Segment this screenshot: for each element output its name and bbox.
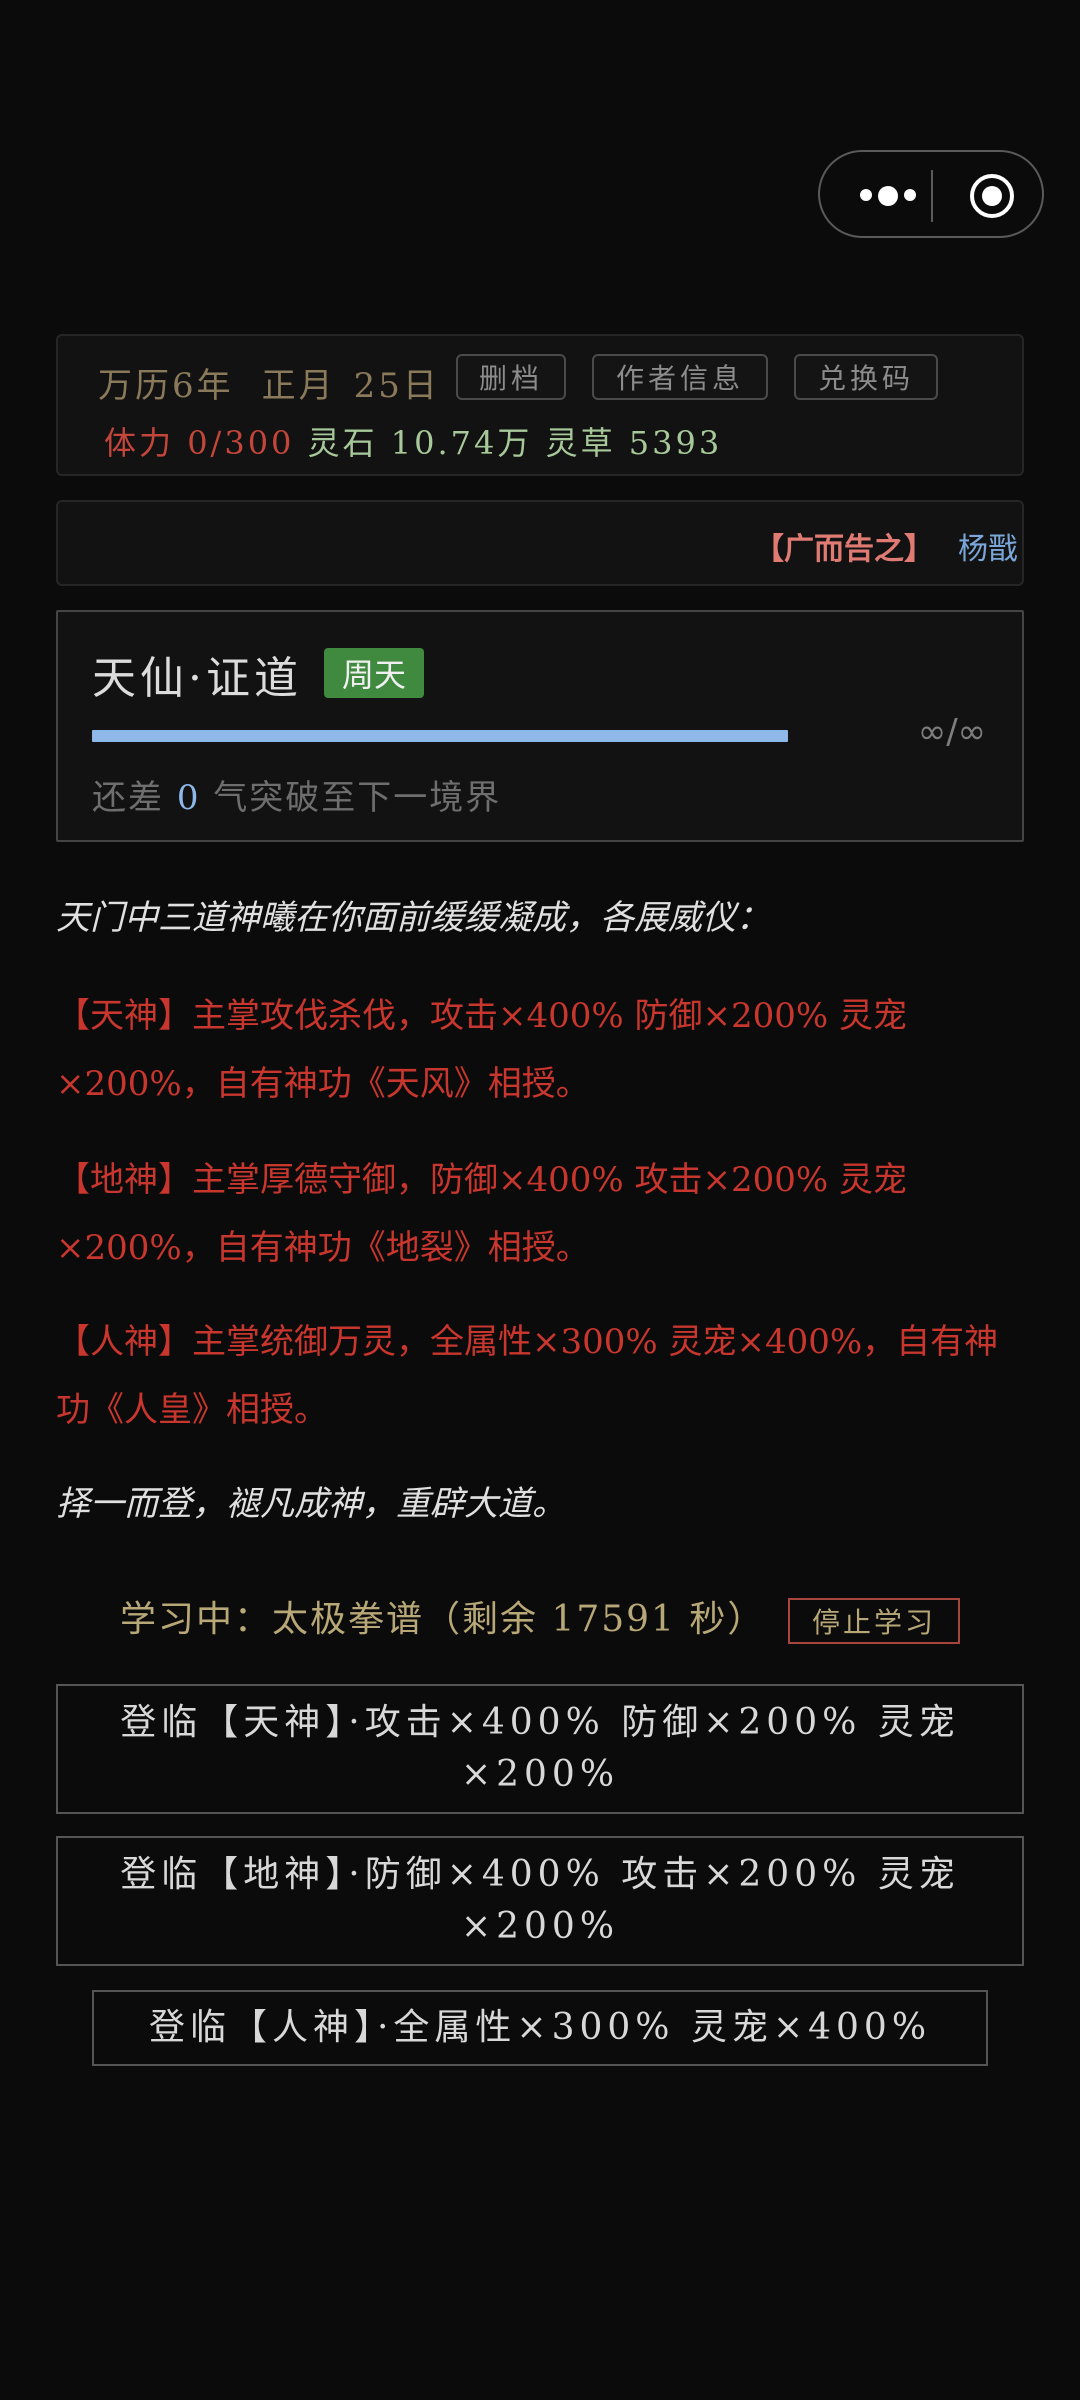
herb-value: 5393 bbox=[628, 424, 723, 462]
resources: 体力 0/300 灵石 10.74万 灵草 5393 bbox=[104, 418, 722, 464]
date-month: 正月 bbox=[261, 366, 336, 406]
herb-label: 灵草 bbox=[545, 424, 616, 462]
ascend-earth-god-button[interactable]: 登临【地神】·防御×400% 攻击×200% 灵宠×200% bbox=[56, 1836, 1024, 1966]
date-day: 25日 bbox=[353, 366, 440, 406]
author-info-button[interactable]: 作者信息 bbox=[592, 354, 768, 400]
study-status: 学习中：太极拳谱（剩余 17591 秒） bbox=[120, 1599, 766, 1640]
ascend-human-god-button[interactable]: 登临【人神】·全属性×300% 灵宠×400% bbox=[92, 1990, 988, 2066]
realm-title: 天仙·证道 bbox=[92, 653, 302, 704]
delete-save-button[interactable]: 删档 bbox=[456, 354, 566, 400]
stamina-value: 0/300 bbox=[187, 424, 295, 462]
redeem-code-button[interactable]: 兑换码 bbox=[794, 354, 938, 400]
choice-label: 登临【地神】·防御×400% 攻击×200% 灵宠×200% bbox=[120, 1854, 960, 1947]
story-intro: 天门中三道神曦在你面前缓缓凝成，各展威仪： bbox=[56, 898, 770, 938]
hint-prefix: 还差 bbox=[92, 778, 177, 818]
date-era: 万历6年 bbox=[98, 366, 234, 406]
ad-name-link[interactable]: 杨戬 bbox=[958, 524, 1018, 568]
close-target-icon[interactable] bbox=[968, 172, 1016, 220]
realm-panel: 天仙·证道 周天 ∞/∞ 还差 0 气突破至下一境界 bbox=[56, 610, 1024, 842]
stop-study-button[interactable]: 停止学习 bbox=[788, 1598, 960, 1644]
cultivation-progress-bar bbox=[92, 730, 788, 742]
breakthrough-hint: 还差 0 气突破至下一境界 bbox=[92, 770, 501, 819]
choice-label: 登临【人神】·全属性×300% 灵宠×400% bbox=[148, 2007, 932, 2048]
god-human-desc: 【人神】主掌统御万灵，全属性×300% 灵宠×400%，自有神功《人皇》相授。 bbox=[56, 1322, 999, 1430]
capsule-menu bbox=[818, 150, 1044, 238]
stone-label: 灵石 bbox=[307, 424, 378, 462]
game-date: 万历6年 正月 25日 bbox=[98, 358, 440, 407]
hint-value: 0 bbox=[176, 778, 201, 818]
god-heaven-desc: 【天神】主掌攻伐杀伐，攻击×400% 防御×200% 灵宠×200%，自有神功《… bbox=[56, 996, 907, 1104]
stamina-label: 体力 bbox=[104, 424, 175, 462]
ad-banner: 【广而告之】 杨戬 bbox=[56, 500, 1024, 586]
god-earth-desc: 【地神】主掌厚德守御，防御×400% 攻击×200% 灵宠×200%，自有神功《… bbox=[56, 1160, 907, 1268]
capsule-divider bbox=[931, 170, 933, 222]
status-panel: 万历6年 正月 25日 删档 作者信息 兑换码 体力 0/300 灵石 10.74万… bbox=[56, 334, 1024, 476]
progress-text: ∞/∞ bbox=[917, 712, 986, 752]
story-outro: 择一而登，褪凡成神，重辟大道。 bbox=[56, 1484, 566, 1524]
ascend-heaven-god-button[interactable]: 登临【天神】·攻击×400% 防御×200% 灵宠×200% bbox=[56, 1684, 1024, 1814]
more-icon[interactable] bbox=[858, 180, 918, 210]
hint-suffix: 气突破至下一境界 bbox=[200, 778, 502, 818]
stone-value: 10.74万 bbox=[390, 424, 533, 462]
realm-badge: 周天 bbox=[324, 648, 424, 698]
ad-tag: 【广而告之】 bbox=[754, 532, 934, 567]
choice-label: 登临【天神】·攻击×400% 防御×200% 灵宠×200% bbox=[120, 1702, 960, 1795]
